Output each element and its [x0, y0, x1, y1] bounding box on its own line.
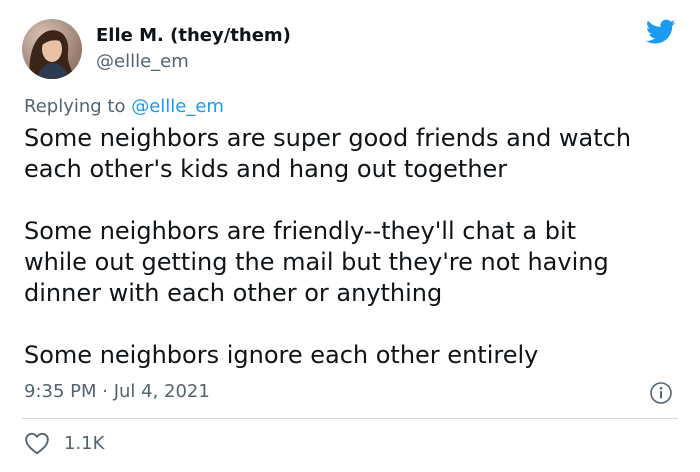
like-count: 1.1K	[64, 432, 105, 454]
info-icon[interactable]	[649, 381, 673, 405]
avatar-image	[22, 19, 82, 79]
tweet-line: while out getting the mail but they're n…	[24, 248, 609, 276]
tweet-line: dinner with each other or anything	[24, 279, 443, 307]
tweet-line: Some neighbors are super good friends an…	[24, 124, 632, 152]
tweet-timestamp[interactable]: 9:35 PM · Jul 4, 2021	[24, 381, 210, 403]
tweet-card: Elle M. (they/them) @ellle_em Replying t…	[0, 0, 700, 472]
twitter-bird-icon[interactable]	[645, 19, 676, 45]
reply-context: Replying to @ellle_em	[24, 96, 224, 118]
reply-mention-link[interactable]: @ellle_em	[131, 96, 224, 117]
author-handle[interactable]: @ellle_em	[96, 51, 189, 73]
paragraph-break	[24, 309, 684, 340]
reply-prefix: Replying to	[24, 96, 132, 117]
tweet-line: Some neighbors are friendly--they'll cha…	[24, 217, 577, 245]
tweet-line: Some neighbors ignore each other entirel…	[24, 341, 539, 369]
tweet-body: Some neighbors are super good friends an…	[24, 123, 684, 371]
avatar[interactable]	[22, 19, 82, 79]
like-button[interactable]: 1.1K	[24, 429, 104, 457]
paragraph-break	[24, 185, 684, 216]
divider	[22, 418, 678, 419]
author-display-name[interactable]: Elle M. (they/them)	[96, 25, 291, 47]
heart-icon	[24, 431, 50, 455]
tweet-line: each other's kids and hang out together	[24, 155, 508, 183]
